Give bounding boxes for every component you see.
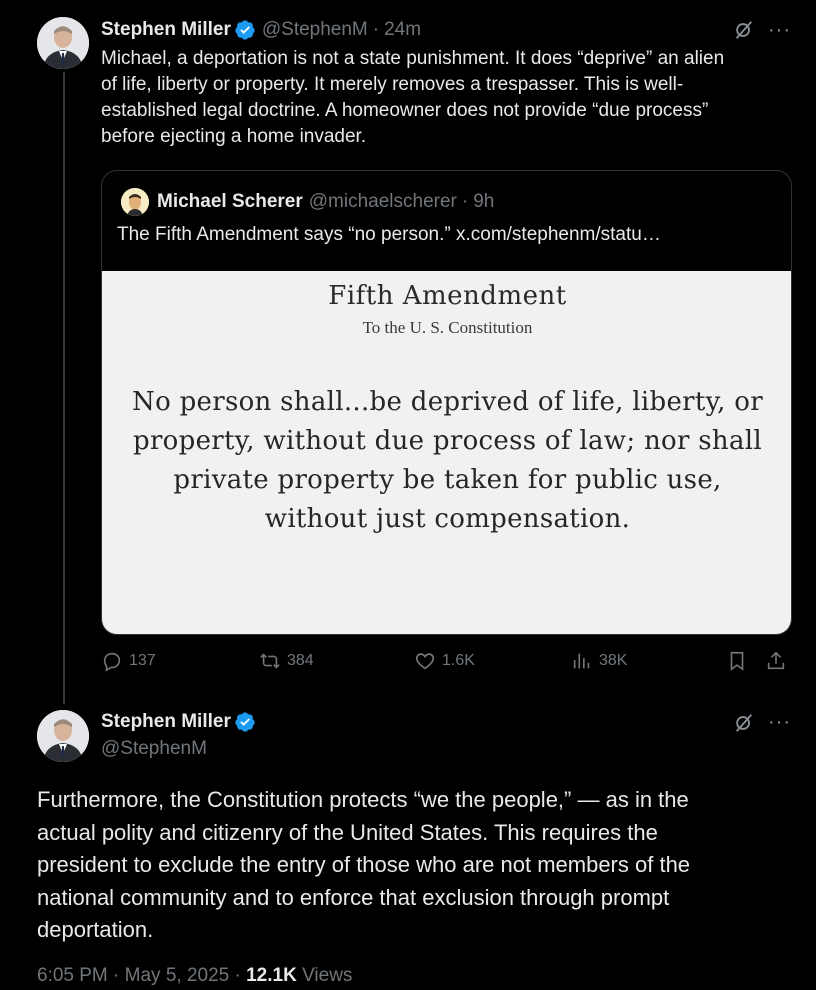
separator-dot: · — [372, 19, 380, 40]
tweet2-handle-row: @StephenM — [101, 738, 207, 760]
tweet-text-line: Michael, a deportation is not a state pu… — [101, 48, 725, 69]
tweet-text-line: established legal doctrine. A homeowner … — [101, 100, 709, 121]
tweet2-text: Furthermore, the Constitution protects “… — [37, 784, 777, 947]
tweet-text-line: actual polity and citizenry of the Unite… — [37, 819, 658, 845]
image-body-line: No person shall...be deprived of life, l… — [132, 387, 763, 417]
more-icon[interactable]: ··· — [768, 712, 791, 732]
reply-button[interactable]: 137 — [101, 650, 156, 672]
image-subtitle: To the U. S. Constitution — [362, 318, 533, 337]
quote-avatar[interactable] — [121, 188, 149, 216]
tweet-text-line: national community and to enforce that e… — [37, 884, 670, 910]
share-icon — [767, 651, 785, 670]
views-count: 38K — [599, 652, 628, 669]
image-title: Fifth Amendment — [328, 281, 567, 311]
views-total: 12.1K — [246, 965, 297, 986]
image-body-line: without just compensation. — [264, 504, 631, 534]
quote-header: Michael Scherer @michaelscherer · 9h — [157, 191, 494, 213]
reply-icon — [103, 652, 121, 672]
views-icon — [573, 653, 590, 669]
separator-dot: · — [461, 191, 469, 212]
repost-icon — [260, 653, 280, 669]
verified-badge-icon — [234, 711, 256, 733]
avatar[interactable] — [37, 17, 89, 69]
quote-time[interactable]: 9h — [473, 191, 494, 213]
tweet-text-line: deportation. — [37, 917, 154, 942]
grok-icon[interactable] — [733, 712, 755, 739]
reply-count: 137 — [129, 652, 156, 669]
like-button[interactable]: 1.6K — [414, 650, 475, 672]
verified-badge-icon — [234, 19, 256, 41]
quote-image[interactable]: Fifth Amendment To the U. S. Constitutio… — [102, 271, 791, 634]
bookmark-icon — [730, 651, 744, 671]
tweet-text-line: of life, liberty or property. It merely … — [101, 74, 684, 95]
thread-connector-line — [63, 72, 65, 704]
tweet-time[interactable]: 24m — [384, 19, 421, 41]
author-handle[interactable]: @StephenM — [101, 738, 207, 760]
views-label: Views — [296, 965, 353, 986]
repost-count: 384 — [287, 652, 314, 669]
more-icon[interactable]: ··· — [768, 20, 791, 40]
tweet1-action-bar: 137 384 1.6K 38K — [101, 650, 796, 678]
like-count: 1.6K — [442, 652, 475, 669]
bookmark-button[interactable] — [726, 650, 754, 672]
author-name[interactable]: Stephen Miller — [101, 711, 231, 733]
avatar[interactable] — [37, 710, 89, 762]
share-button[interactable] — [765, 650, 793, 672]
tweet-timestamp[interactable]: 6:05 PM · May 5, 2025 · — [37, 965, 246, 986]
repost-button[interactable]: 384 — [259, 650, 314, 672]
tweet-text-line: before ejecting a home invader. — [101, 126, 367, 147]
image-body-line: property, without due process of law; no… — [133, 426, 762, 456]
tweet2-header: Stephen Miller — [101, 711, 256, 733]
quote-author-handle[interactable]: @michaelscherer — [309, 191, 457, 213]
views-button[interactable]: 38K — [571, 650, 627, 672]
tweet1-header: Stephen Miller @StephenM · 24m — [101, 19, 421, 41]
quote-author-name[interactable]: Michael Scherer — [157, 191, 303, 213]
tweet2-meta: 6:05 PM · May 5, 2025 · 12.1K Views — [37, 965, 352, 987]
tweet-text-line: Furthermore, the Constitution protects “… — [37, 787, 689, 812]
grok-icon[interactable] — [733, 19, 755, 46]
image-body-line: private property be taken for public use… — [173, 465, 722, 495]
tweet1-text: Michael, a deportation is not a state pu… — [101, 46, 801, 150]
author-handle[interactable]: @StephenM — [262, 19, 368, 41]
quote-text: The Fifth Amendment says “no person.” x.… — [117, 224, 661, 245]
like-icon — [415, 653, 435, 670]
tweet-text-line: president to exclude the entry of those … — [37, 852, 691, 877]
quote-tweet-card[interactable]: Michael Scherer @michaelscherer · 9h The… — [101, 170, 792, 635]
author-name[interactable]: Stephen Miller — [101, 19, 231, 41]
image-body: No person shall...be deprived of life, l… — [112, 383, 783, 539]
